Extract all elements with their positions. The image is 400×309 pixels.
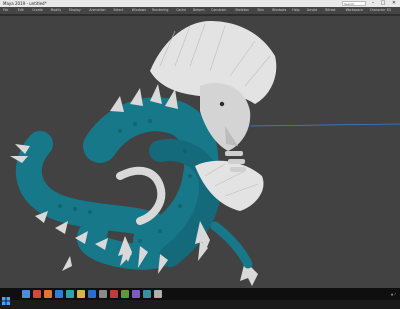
menu-item[interactable]: File: [3, 7, 8, 14]
app-icon-3[interactable]: [132, 290, 140, 298]
app-icon-4[interactable]: [143, 290, 151, 298]
menu-item[interactable]: Deform: [193, 7, 205, 14]
viewport-3d[interactable]: [0, 16, 400, 288]
chrome-icon[interactable]: [33, 290, 41, 298]
maximize-button[interactable]: □: [378, 0, 388, 7]
zbrush-icon[interactable]: [99, 290, 107, 298]
minimize-button[interactable]: –: [368, 0, 378, 7]
menu-item[interactable]: Windows: [132, 7, 146, 14]
title-bar: Maya 2019 - untitled* Search – □ ✕: [0, 0, 400, 7]
menu-item[interactable]: Constrain: [211, 7, 226, 14]
file-explorer-icon[interactable]: [22, 290, 30, 298]
menu-item[interactable]: Skin: [257, 7, 264, 14]
edge-icon[interactable]: [55, 290, 63, 298]
taskbar: ▲ ♪: [0, 288, 400, 305]
menu-item[interactable]: Character 3D: [370, 7, 391, 14]
firefox-icon[interactable]: [44, 290, 52, 298]
app-icon[interactable]: [110, 290, 118, 298]
menu-bar: File Edit Create Modify Display Animation Sele…: [0, 7, 400, 14]
menu-item[interactable]: Select: [113, 7, 123, 14]
ground-line: [249, 123, 400, 127]
search-field[interactable]: Search: [342, 1, 366, 6]
system-tray[interactable]: ▲ ♪: [391, 290, 396, 298]
menu-item[interactable]: Workspace: [346, 7, 363, 14]
menu-item[interactable]: Animation: [89, 7, 105, 14]
menu-item[interactable]: Edit: [18, 7, 24, 14]
menu-item[interactable]: Arnold: [307, 7, 317, 14]
menu-item[interactable]: Modify: [51, 7, 62, 14]
photoshop-icon[interactable]: [88, 290, 96, 298]
menu-item[interactable]: Bifrost: [325, 7, 335, 14]
menu-item[interactable]: Help: [292, 7, 299, 14]
close-button[interactable]: ✕: [389, 0, 399, 7]
menu-item[interactable]: Create: [32, 7, 43, 14]
menu-item[interactable]: Display: [69, 7, 81, 14]
dragon-eye: [219, 101, 225, 107]
maya-icon[interactable]: [66, 290, 74, 298]
app-icon-5[interactable]: [154, 290, 162, 298]
folder-icon[interactable]: [77, 290, 85, 298]
windows-icon[interactable]: [2, 290, 10, 305]
dragon-render: [10, 21, 400, 286]
window-title: Maya 2019 - untitled*: [3, 1, 47, 6]
menu-item[interactable]: Windows: [272, 7, 286, 14]
menu-item[interactable]: Cache: [176, 7, 186, 14]
menu-item[interactable]: Skeleton: [235, 7, 249, 14]
menu-item[interactable]: Rendering: [152, 7, 168, 14]
app-icon-2[interactable]: [121, 290, 129, 298]
